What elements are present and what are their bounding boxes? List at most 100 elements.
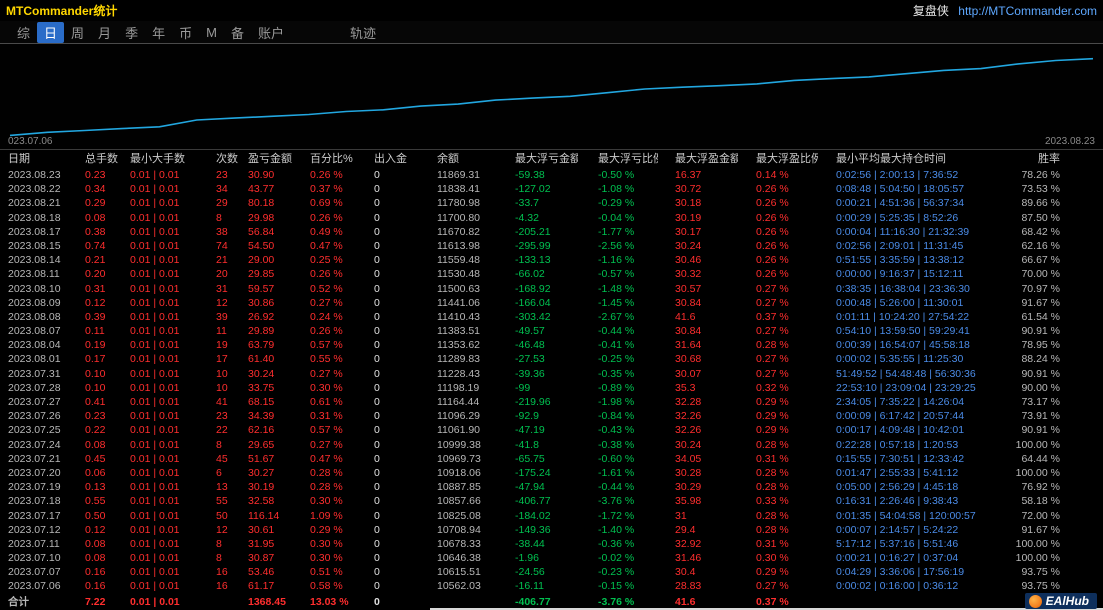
table-cell: 8 [216,211,222,224]
table-row[interactable]: 2023.07.18 0.55 0.01 | 0.01 55 32.58 0.30 % 0 1… [0,494,1103,508]
table-cell: 10 [216,367,228,380]
table-cell: 0.27 % [756,353,789,366]
table-row[interactable]: 2023.08.08 0.39 0.01 | 0.01 39 26.92 0.24 % 0 1… [0,310,1103,324]
table-cell: 0:01:11 | 10:24:20 | 27:54:22 [836,310,970,323]
table-cell: -2.56 % [598,239,635,252]
table-row[interactable]: 2023.07.24 0.08 0.01 | 0.01 8 29.65 0.27 % 0 10… [0,438,1103,452]
table-row[interactable]: 2023.08.15 0.74 0.01 | 0.01 74 54.50 0.47 % 0 1… [0,239,1103,253]
table-row[interactable]: 2023.07.07 0.16 0.01 | 0.01 16 53.46 0.51 % 0 1… [0,565,1103,579]
table-cell: 31.64 [675,339,702,352]
table-cell: 30.32 [675,268,702,281]
table-cell: 0.01 | 0.01 [130,566,180,579]
table-cell: 1368.45 [248,595,286,608]
table-cell: 11838.41 [437,183,481,196]
table-cell: 0:00:07 | 2:14:57 | 5:24:22 [836,523,959,536]
column-header[interactable]: 次数 [208,150,240,168]
column-header[interactable]: 最大浮亏金额 [498,150,578,168]
table-row[interactable]: 2023.07.19 0.13 0.01 | 0.01 13 30.19 0.28 % 0 1… [0,480,1103,494]
table-cell: 30.18 [675,197,702,210]
table-cell: 0.01 | 0.01 [130,410,180,423]
table-cell: 0.23 [85,410,106,423]
column-header[interactable]: 最大浮盈比例 [738,150,818,168]
column-header[interactable]: 盈亏金额 [240,150,300,168]
table-cell: -66.02 [515,268,545,281]
column-header[interactable]: 胜率 [1003,150,1103,168]
table-row[interactable]: 2023.07.10 0.08 0.01 | 0.01 8 30.87 0.30 % 0 10… [0,551,1103,565]
column-header[interactable]: 最小平均最大持仓时间 [818,150,1003,168]
table-row[interactable]: 2023.07.11 0.08 0.01 | 0.01 8 31.95 0.30 % 0 10… [0,537,1103,551]
table-row[interactable]: 2023.07.26 0.23 0.01 | 0.01 23 34.39 0.31 % 0 1… [0,409,1103,423]
table-cell: 0.16 [85,566,106,579]
column-header[interactable]: 最大浮盈金额 [658,150,738,168]
table-cell: 23 [216,410,228,423]
table-cell: -99 [515,381,531,394]
column-header[interactable]: 最大浮亏比例 [578,150,658,168]
table-row[interactable]: 2023.08.11 0.20 0.01 | 0.01 20 29.85 0.26 % 0 1… [0,267,1103,281]
table-row[interactable]: 2023.08.01 0.17 0.01 | 0.01 17 61.40 0.55 % 0 1… [0,352,1103,366]
column-header[interactable]: 余额 [422,150,498,168]
menu-item-6[interactable]: 币 [172,22,199,43]
table-cell: 0.27 % [756,325,789,338]
column-header[interactable]: 日期 [0,150,83,168]
table-cell: 32.26 [675,410,702,423]
menu-item-2[interactable]: 周 [64,22,91,43]
table-cell: 0.01 | 0.01 [130,552,180,565]
table-row[interactable]: 2023.08.18 0.08 0.01 | 0.01 8 29.98 0.26 % 0 11… [0,211,1103,225]
menu-item-3[interactable]: 月 [91,22,118,43]
table-row[interactable]: 2023.07.20 0.06 0.01 | 0.01 6 30.27 0.28 % 0 10… [0,466,1103,480]
table-row[interactable]: 2023.08.04 0.19 0.01 | 0.01 19 63.79 0.57 % 0 1… [0,338,1103,352]
table-cell: 59.57 [248,282,275,295]
table-cell: 0.26 % [310,211,343,224]
table-cell: 0.17 [85,353,106,366]
table-cell: 0 [374,595,380,608]
menu-item-8[interactable]: 备 [224,22,251,43]
menu-item-9[interactable]: 账户 [251,22,291,43]
table-cell: 12 [216,296,228,309]
menu-item-7[interactable]: M [199,24,224,41]
column-header[interactable]: 总手数 [83,150,128,168]
table-cell: 0.01 | 0.01 [130,424,180,437]
column-header[interactable]: 出入金 [362,150,422,168]
table-row[interactable]: 2023.08.10 0.31 0.01 | 0.01 31 59.57 0.52 % 0 1… [0,282,1103,296]
table-row[interactable]: 2023.08.09 0.12 0.01 | 0.01 12 30.86 0.27 % 0 1… [0,296,1103,310]
table-cell: 0:00:00 | 9:16:37 | 15:12:11 [836,268,964,281]
table-row[interactable]: 2023.08.07 0.11 0.01 | 0.01 11 29.89 0.26 % 0 1… [0,324,1103,338]
table-row[interactable]: 2023.07.06 0.16 0.01 | 0.01 16 61.17 0.58 % 0 1… [0,579,1103,593]
menu-item-1[interactable]: 日 [37,21,65,43]
table-row[interactable]: 2023.08.21 0.29 0.01 | 0.01 29 80.18 0.69 % 0 1… [0,196,1103,210]
table-cell: 0.01 | 0.01 [130,438,180,451]
table-row[interactable]: 2023.08.22 0.34 0.01 | 0.01 34 43.77 0.37 % 0 1… [0,182,1103,196]
table-cell: 100.00 % [1015,438,1060,451]
menu-item-trajectory[interactable]: 轨迹 [343,22,383,43]
column-header[interactable]: 百分比% [300,150,362,168]
brand-url-link[interactable]: http://MTCommander.com [958,4,1097,18]
table-cell: -1.48 % [598,282,635,295]
table-cell: 90.00 % [1021,381,1060,394]
table-cell: 30.19 [675,211,702,224]
table-row[interactable]: 2023.08.23 0.23 0.01 | 0.01 23 30.90 0.26 % 0 1… [0,168,1103,182]
table-row[interactable]: 2023.07.28 0.10 0.01 | 0.01 10 33.75 0.30 % 0 1… [0,381,1103,395]
table-cell: 0.01 | 0.01 [130,353,180,366]
table-cell: 0.20 [85,268,106,281]
table-row[interactable]: 2023.07.25 0.22 0.01 | 0.01 22 62.16 0.57 % 0 1… [0,423,1103,437]
column-header[interactable]: 最小大手数 [128,150,208,168]
table-cell: 0.74 [85,239,106,252]
table-row[interactable]: 2023.07.21 0.45 0.01 | 0.01 45 51.67 0.47 % 0 1… [0,452,1103,466]
table-cell: 0:00:17 | 4:09:48 | 10:42:01 [836,424,965,437]
table-cell: 0:15:55 | 7:30:51 | 12:33:42 [836,452,965,465]
table-cell: 0.01 | 0.01 [130,495,180,508]
table-row[interactable]: 2023.07.31 0.10 0.01 | 0.01 10 30.24 0.27 % 0 1… [0,367,1103,381]
stats-table: 日期 总手数 最小大手数 次数 盈亏金额 百分比% 出入金 余额 最大浮亏金额 最大浮亏比例 最大浮… [0,150,1103,610]
table-row[interactable]: 2023.07.27 0.41 0.01 | 0.01 41 68.15 0.61 % 0 1… [0,395,1103,409]
table-row[interactable]: 2023.07.12 0.12 0.01 | 0.01 12 30.61 0.29 % 0 1… [0,523,1103,537]
table-row[interactable]: 2023.08.14 0.21 0.01 | 0.01 21 29.00 0.25 % 0 1… [0,253,1103,267]
table-row[interactable]: 2023.07.17 0.50 0.01 | 0.01 50 116.14 1.09 % 0… [0,509,1103,523]
table-row[interactable]: 2023.08.17 0.38 0.01 | 0.01 38 56.84 0.49 % 0 1… [0,225,1103,239]
menu-item-5[interactable]: 年 [145,22,172,43]
table-cell: 0.11 [85,325,105,338]
table-cell: 2023.07.20 [8,466,61,479]
menu-item-0[interactable]: 综 [10,22,37,43]
table-cell: 68.15 [248,396,275,408]
menu-item-4[interactable]: 季 [118,22,145,43]
table-cell: 31.46 [675,552,702,565]
